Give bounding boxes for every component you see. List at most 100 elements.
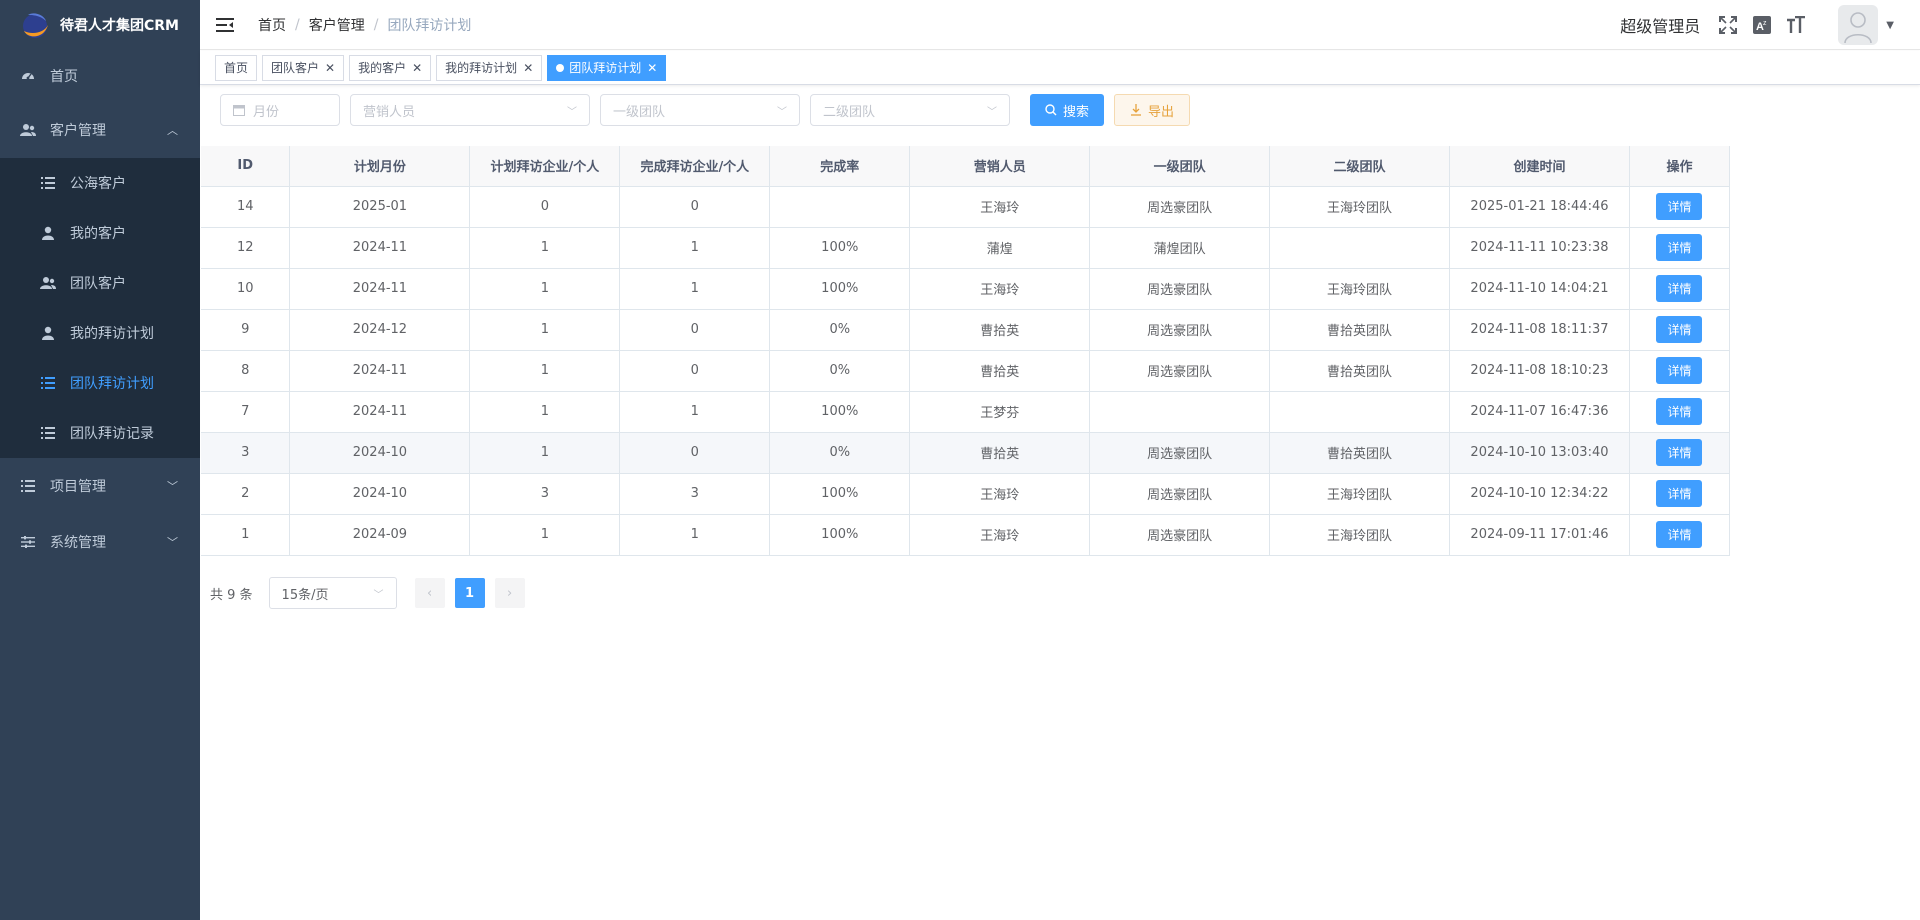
sidebar-item-team-customers[interactable]: 团队客户	[0, 258, 200, 308]
breadcrumb-item[interactable]: 客户管理	[309, 15, 365, 35]
sidebar-item-label: 项目管理	[50, 479, 106, 495]
table-cell-team1: 周选豪团队	[1089, 309, 1271, 351]
detail-button[interactable]: 详情	[1656, 398, 1703, 425]
table-cell-month: 2024-11	[289, 391, 471, 433]
table-cell-actions: 详情	[1629, 309, 1731, 351]
sidebar-item-team-visit-plan[interactable]: 团队拜访计划	[0, 358, 200, 408]
column-header: 创建时间	[1449, 146, 1630, 187]
language-icon[interactable]: Az	[1752, 15, 1772, 35]
table-cell-team1: 周选豪团队	[1089, 350, 1271, 392]
tag-my-customers[interactable]: 我的客户 ✕	[349, 54, 432, 81]
table-cell-completed: 1	[619, 227, 771, 269]
close-icon[interactable]: ✕	[647, 61, 657, 75]
sidebar-item-home[interactable]: 首页	[0, 50, 200, 102]
table-cell-completed: 1	[619, 514, 771, 556]
detail-button[interactable]: 详情	[1656, 234, 1703, 261]
avatar[interactable]	[1838, 5, 1879, 45]
table-cell-completed: 3	[619, 473, 771, 515]
peoples-icon	[20, 122, 36, 138]
detail-button[interactable]: 详情	[1656, 275, 1703, 302]
close-icon[interactable]: ✕	[412, 61, 422, 75]
sidebar-item-customer-management[interactable]: 客户管理 ︿	[0, 102, 200, 158]
table-cell-created: 2024-11-10 14:04:21	[1449, 268, 1630, 310]
detail-button[interactable]: 详情	[1656, 439, 1703, 466]
table-cell-month: 2024-09	[289, 514, 471, 556]
table-cell-id: 2	[201, 473, 291, 515]
sales-select[interactable]: 营销人员 ﹀	[350, 94, 590, 126]
breadcrumb-item[interactable]: 首页	[258, 15, 286, 35]
navbar: 首页 / 客户管理 / 团队拜访计划 超级管理员 Az ▼	[200, 0, 1920, 50]
svg-text:z: z	[1763, 20, 1767, 27]
table-cell-team2: 王海玲团队	[1269, 514, 1450, 556]
table-cell-team1: 周选豪团队	[1089, 268, 1271, 310]
table-cell-sales: 王梦芬	[909, 391, 1091, 433]
team2-select[interactable]: 二级团队 ﹀	[810, 94, 1010, 126]
column-header: 完成拜访企业/个人	[619, 146, 771, 187]
table-cell-completed: 0	[619, 350, 771, 392]
table-cell-rate: 100%	[769, 391, 911, 433]
table-cell-id: 3	[201, 432, 291, 474]
prev-page-button[interactable]: ‹	[414, 578, 445, 608]
page-number-button[interactable]: 1	[454, 578, 485, 608]
table-cell-team1: 蒲煌团队	[1089, 227, 1271, 269]
sidebar-item-system-management[interactable]: 系统管理 ﹀	[0, 514, 200, 570]
next-page-button[interactable]: ›	[494, 578, 525, 608]
table-cell-rate: 0%	[769, 350, 911, 392]
table-cell-sales: 蒲煌	[909, 227, 1091, 269]
logo[interactable]: 待君人才集团CRM	[0, 0, 200, 50]
table-cell-completed: 0	[619, 309, 771, 351]
table-cell-month: 2024-12	[289, 309, 471, 351]
sidebar-item-my-customers[interactable]: 我的客户	[0, 208, 200, 258]
total-count: 共 9 条	[210, 587, 253, 603]
team1-select[interactable]: 一级团队 ﹀	[600, 94, 800, 126]
table-cell-month: 2024-11	[289, 227, 471, 269]
table-cell-planned: 1	[469, 432, 621, 474]
user-icon	[40, 325, 56, 341]
chevron-down-icon: ﹀	[167, 480, 178, 493]
detail-button[interactable]: 详情	[1656, 357, 1703, 384]
table-cell-rate: 0%	[769, 309, 911, 351]
list-icon	[20, 478, 36, 494]
table-cell-team1: 周选豪团队	[1089, 186, 1271, 228]
table-row: 12 2024-11 1 1 100% 蒲煌 蒲煌团队 2024-11-11 10:23:38…	[201, 227, 1731, 269]
font-size-icon[interactable]	[1786, 15, 1806, 35]
table-row: 3 2024-10 1 0 0% 曹拾英 周选豪团队 曹拾英团队 2024-10-10 13:0…	[201, 432, 1731, 474]
close-icon[interactable]: ✕	[325, 61, 335, 75]
table-cell-team2: 曹拾英团队	[1269, 432, 1450, 474]
tag-label: 团队拜访计划	[569, 61, 642, 75]
detail-button[interactable]: 详情	[1656, 316, 1703, 343]
table-cell-created: 2024-11-08 18:10:23	[1449, 350, 1630, 392]
tag-my-visit-plan[interactable]: 我的拜访计划 ✕	[436, 54, 543, 81]
detail-button[interactable]: 详情	[1656, 521, 1703, 548]
sidebar-item-team-visit-records[interactable]: 团队拜访记录	[0, 408, 200, 458]
sidebar-item-my-visit-plan[interactable]: 我的拜访计划	[0, 308, 200, 358]
search-button[interactable]: 搜索	[1030, 94, 1105, 126]
sidebar-item-project-management[interactable]: 项目管理 ﹀	[0, 458, 200, 514]
tag-home[interactable]: 首页	[215, 54, 258, 81]
tag-label: 我的客户	[358, 61, 407, 75]
table-cell-actions: 详情	[1629, 186, 1731, 228]
month-picker[interactable]: 月份	[220, 94, 340, 126]
hamburger-icon[interactable]	[216, 15, 236, 35]
chevron-down-icon: ﹀	[167, 536, 178, 549]
close-icon[interactable]: ✕	[523, 61, 533, 75]
table-cell-id: 9	[201, 309, 291, 351]
sidebar-item-label: 团队拜访计划	[70, 376, 154, 392]
page-size-select[interactable]: 15条/页 ﹀	[268, 577, 397, 609]
sidebar-item-label: 系统管理	[50, 535, 106, 551]
caret-down-icon[interactable]: ▼	[1886, 20, 1894, 31]
tag-team-visit-plan[interactable]: 团队拜访计划 ✕	[547, 54, 667, 81]
fullscreen-icon[interactable]	[1718, 15, 1738, 35]
table-cell-team1: 周选豪团队	[1089, 432, 1271, 474]
detail-button[interactable]: 详情	[1656, 193, 1703, 220]
tag-team-customers[interactable]: 团队客户 ✕	[262, 54, 345, 81]
column-header: 计划月份	[289, 146, 471, 187]
data-table: ID 计划月份 计划拜访企业/个人 完成拜访企业/个人 完成率 营销人员 一级团…	[201, 146, 1731, 556]
calendar-icon	[233, 104, 245, 116]
detail-button[interactable]: 详情	[1656, 480, 1703, 507]
export-button[interactable]: 导出	[1114, 94, 1191, 126]
sidebar-item-label: 公海客户	[70, 176, 126, 192]
table-cell-created: 2024-09-11 17:01:46	[1449, 514, 1630, 556]
sidebar-item-public-customers[interactable]: 公海客户	[0, 158, 200, 208]
table-cell-team1: 周选豪团队	[1089, 514, 1271, 556]
